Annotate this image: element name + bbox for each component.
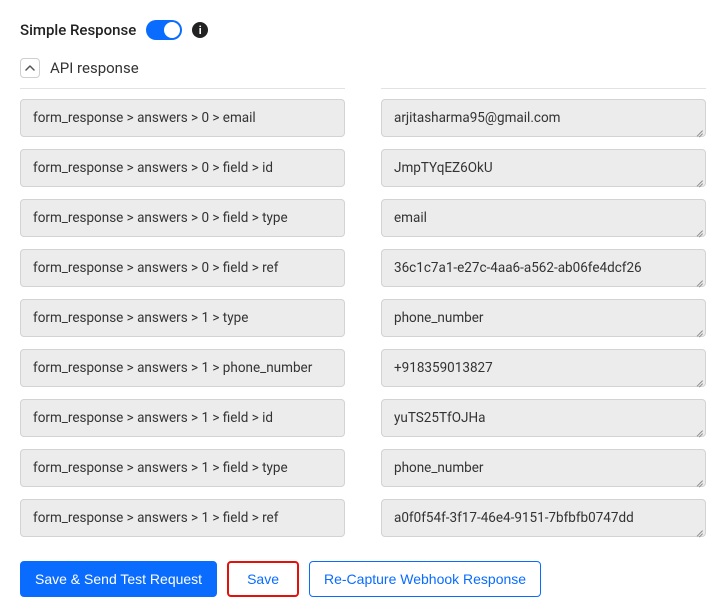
info-icon[interactable]: i xyxy=(192,22,208,38)
fields-list: form_response > answers > 0 > email arjit… xyxy=(20,99,706,537)
field-key[interactable]: form_response > answers > 1 > field > re… xyxy=(20,499,345,537)
field-value[interactable]: a0f0f54f-3f17-46e4-9151-7bfbfb0747dd xyxy=(381,499,706,537)
divider-left xyxy=(20,88,345,89)
field-key[interactable]: form_response > answers > 0 > field > ty… xyxy=(20,199,345,237)
recapture-button[interactable]: Re-Capture Webhook Response xyxy=(309,561,541,597)
field-row: form_response > answers > 0 > field > re… xyxy=(20,249,706,287)
field-value[interactable]: JmpTYqEZ6OkU xyxy=(381,149,706,187)
field-key[interactable]: form_response > answers > 0 > field > id xyxy=(20,149,345,187)
divider-right xyxy=(381,88,706,89)
field-key[interactable]: form_response > answers > 1 > field > id xyxy=(20,399,345,437)
field-value[interactable]: +918359013827 xyxy=(381,349,706,387)
field-row: form_response > answers > 0 > field > ty… xyxy=(20,199,706,237)
field-key[interactable]: form_response > answers > 1 > field > ty… xyxy=(20,449,345,487)
field-row: form_response > answers > 1 > field > id… xyxy=(20,399,706,437)
simple-response-toggle[interactable] xyxy=(146,20,182,40)
field-value[interactable]: yuTS25TfOJHa xyxy=(381,399,706,437)
field-row: form_response > answers > 1 > field > ty… xyxy=(20,449,706,487)
field-row: form_response > answers > 1 > phone_numb… xyxy=(20,349,706,387)
field-row: form_response > answers > 1 > field > re… xyxy=(20,499,706,537)
field-row: form_response > answers > 1 > type phone_… xyxy=(20,299,706,337)
field-row: form_response > answers > 0 > field > id… xyxy=(20,149,706,187)
field-value[interactable]: arjitasharma95@gmail.com xyxy=(381,99,706,137)
field-key[interactable]: form_response > answers > 1 > phone_numb… xyxy=(20,349,345,387)
field-key[interactable]: form_response > answers > 1 > type xyxy=(20,299,345,337)
field-key[interactable]: form_response > answers > 0 > email xyxy=(20,99,345,137)
field-value[interactable]: 36c1c7a1-e27c-4aa6-a562-ab06fe4dcf26 xyxy=(381,249,706,287)
field-value[interactable]: phone_number xyxy=(381,449,706,487)
save-send-button[interactable]: Save & Send Test Request xyxy=(20,561,217,597)
field-row: form_response > answers > 0 > email arjit… xyxy=(20,99,706,137)
field-key[interactable]: form_response > answers > 0 > field > re… xyxy=(20,249,345,287)
section-title: API response xyxy=(50,59,139,77)
simple-response-label: Simple Response xyxy=(20,21,136,39)
toggle-knob xyxy=(164,22,180,38)
field-value[interactable]: email xyxy=(381,199,706,237)
collapse-toggle[interactable] xyxy=(20,58,40,78)
chevron-up-icon xyxy=(25,63,35,73)
save-button[interactable]: Save xyxy=(227,561,299,597)
field-value[interactable]: phone_number xyxy=(381,299,706,337)
